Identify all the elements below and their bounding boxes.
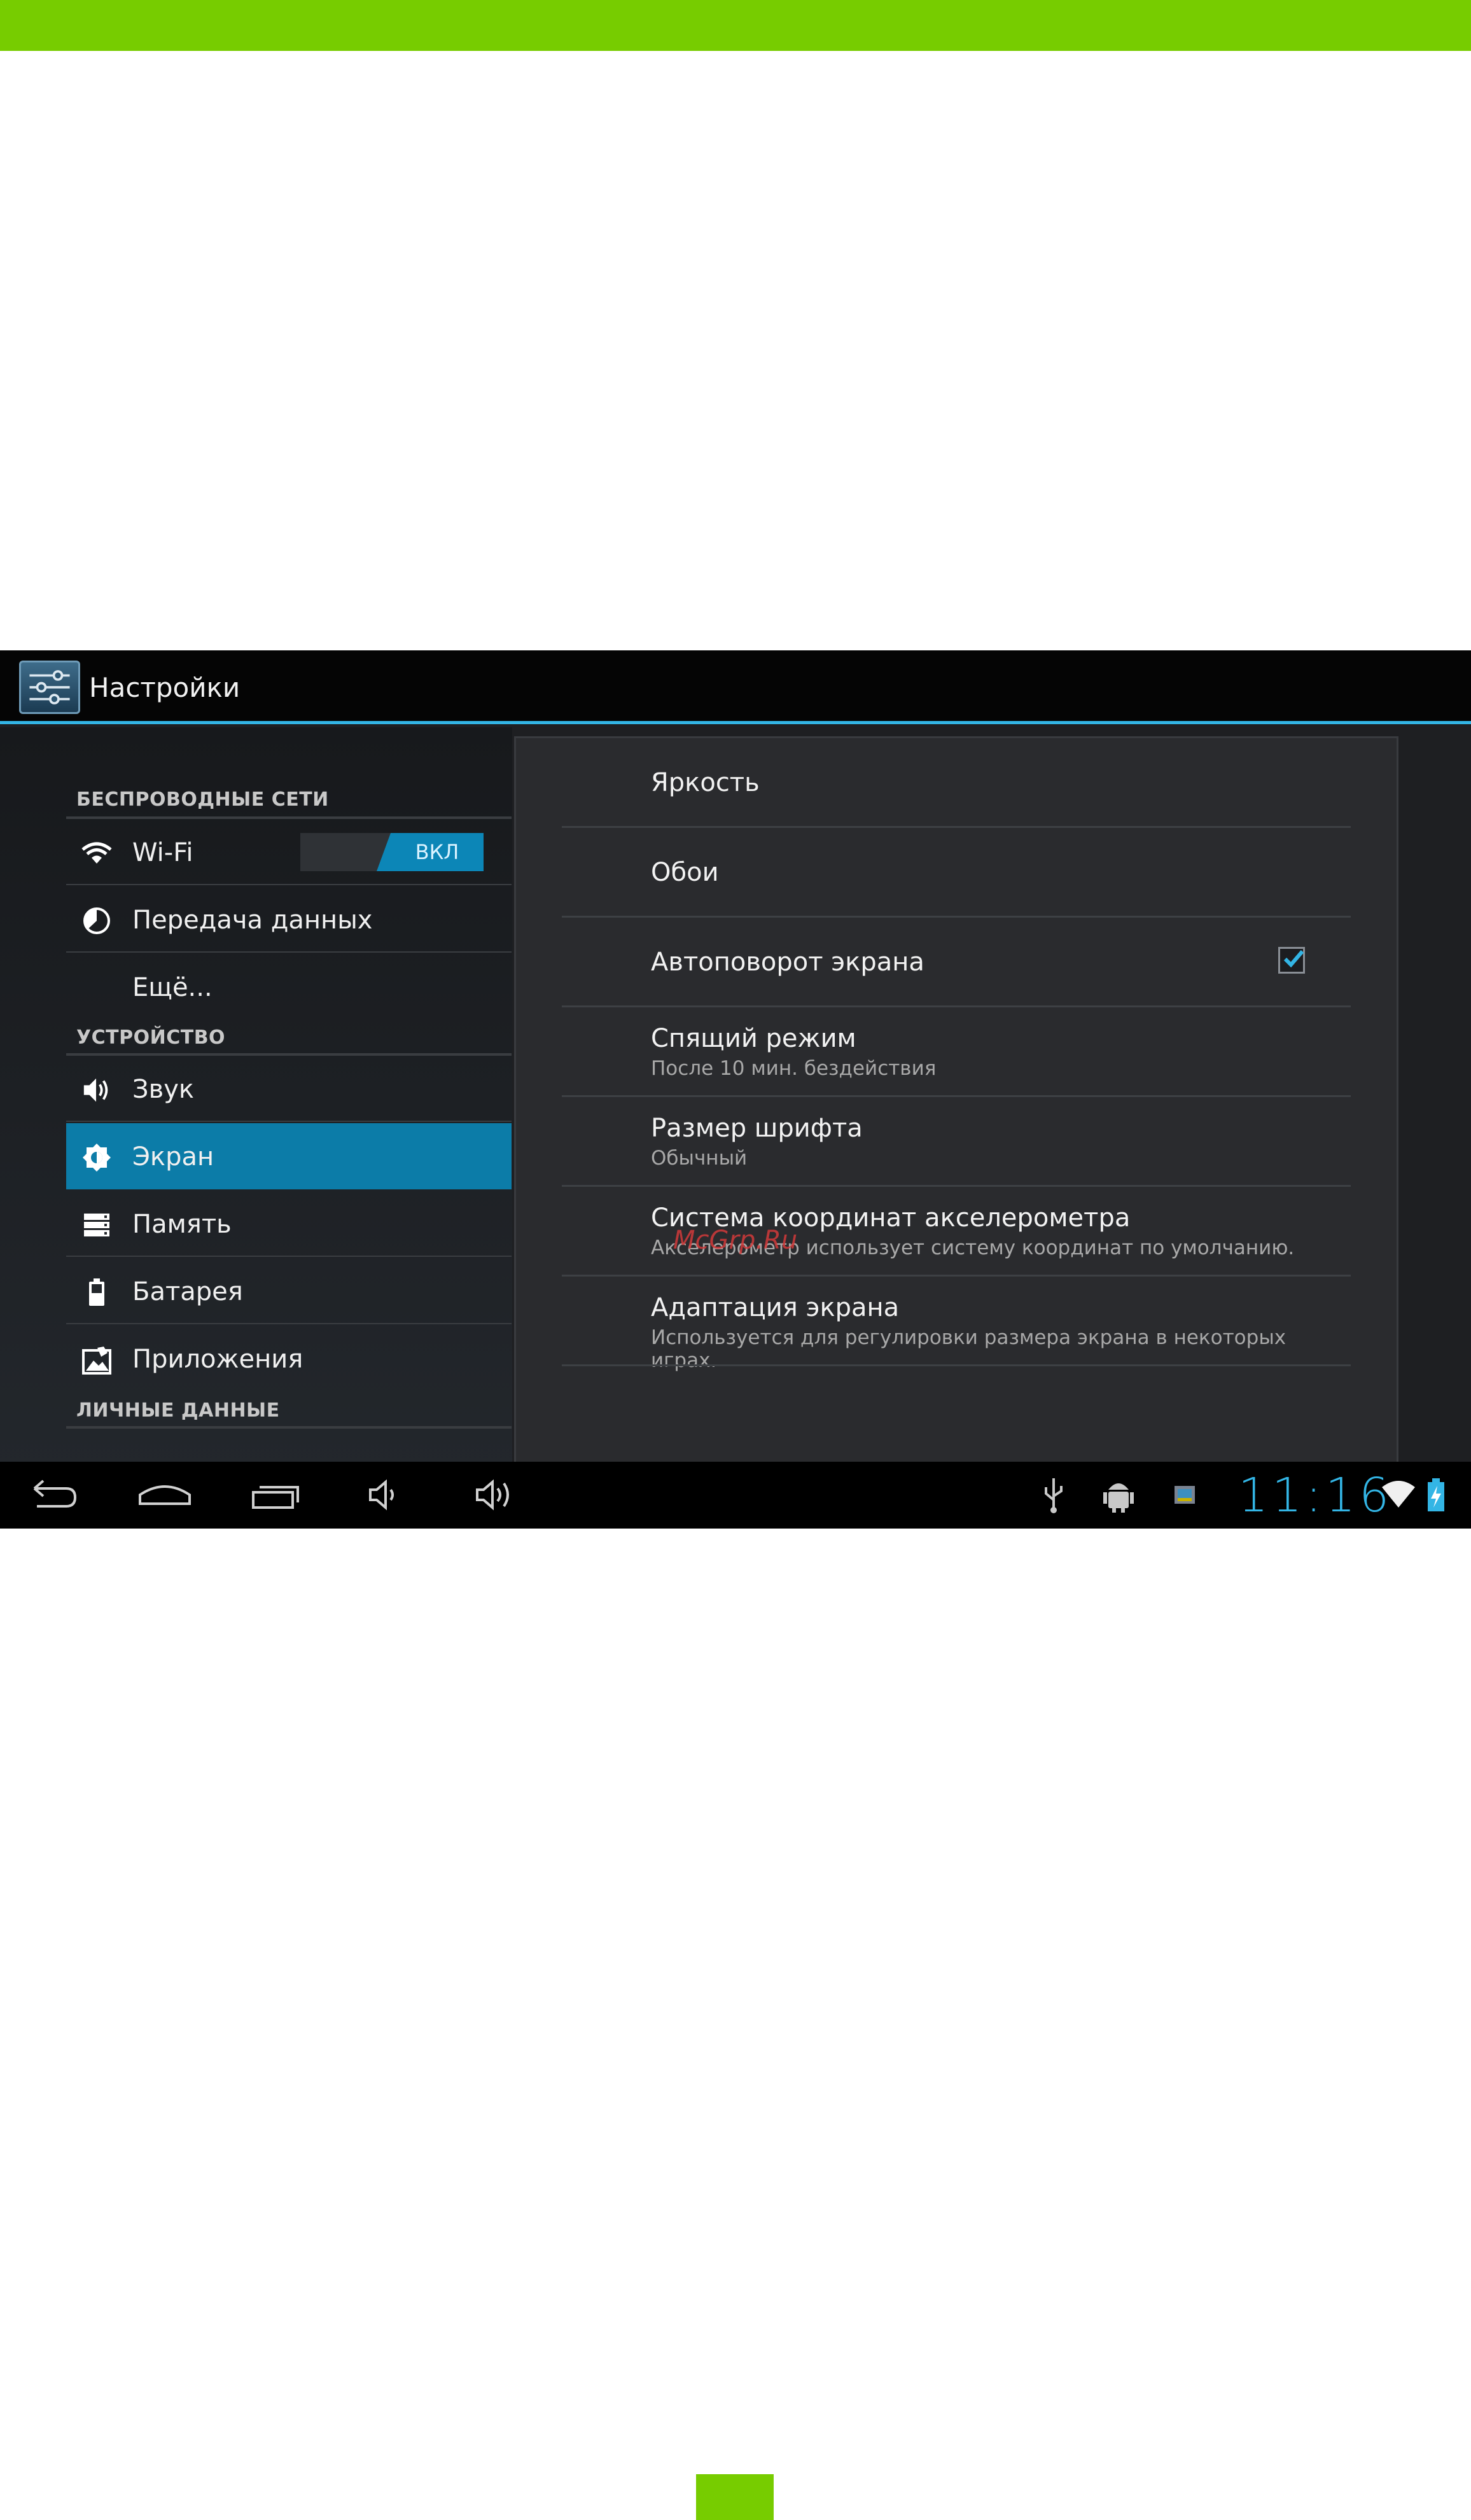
setting-title: Обои [651,858,719,887]
volume-down-button[interactable] [366,1474,405,1515]
sidebar-item-apps[interactable]: Приложения [66,1326,512,1392]
category-divider [66,1426,512,1429]
category-header-device: УСТРОЙСТВО [76,1026,226,1049]
wifi-signal-icon [1382,1481,1415,1508]
recent-apps-button[interactable] [249,1474,303,1515]
setting-title: Размер шрифта [651,1114,863,1143]
screenshot-icon [1175,1486,1195,1504]
page-top-band [0,0,1471,51]
setting-summary: Обычный [651,1147,748,1170]
sidebar-item-display[interactable]: Экран [66,1123,512,1189]
setting-wallpaper[interactable]: Обои [562,828,1351,918]
page-bottom-tab [696,2474,774,2520]
status-clock: 11:16 [1238,1468,1393,1523]
sidebar-item-label: Батарея [132,1277,243,1306]
item-divider [66,1256,512,1257]
check-icon [1283,950,1304,968]
brightness-icon [81,1142,112,1173]
data-usage-icon [81,906,112,936]
action-bar: Настройки [0,650,1471,724]
storage-icon [81,1210,112,1240]
battery-icon [81,1277,112,1308]
volume-up-button[interactable] [473,1474,518,1515]
tablet-screenshot: Настройки БЕСПРОВОДНЫЕ СЕТИ Wi-Fi ВКЛ Пе… [0,650,1471,1529]
android-debug-icon [1103,1483,1134,1513]
wifi-toggle-switch[interactable]: ВКЛ [300,833,484,871]
watermark-text: McGrp.Ru [673,1226,798,1255]
home-button[interactable] [136,1474,193,1515]
sidebar-item-label: Звук [132,1075,195,1104]
sidebar-item-label: Приложения [132,1345,303,1374]
setting-title: Яркость [651,768,760,797]
setting-title: Автоповорот экрана [651,948,924,977]
document-page: Настройки БЕСПРОВОДНЫЕ СЕТИ Wi-Fi ВКЛ Пе… [0,0,1471,2520]
setting-auto-rotate[interactable]: Автоповорот экрана [562,918,1351,1007]
wifi-icon [81,838,112,869]
setting-screen-adaptation[interactable]: Адаптация экрана Используется для регули… [562,1277,1351,1372]
back-button[interactable] [29,1474,80,1515]
sidebar-item-label: Wi-Fi [132,838,193,867]
settings-category-list: БЕСПРОВОДНЫЕ СЕТИ Wi-Fi ВКЛ Передача дан… [0,727,512,1474]
sidebar-item-label: Экран [132,1142,214,1172]
sidebar-item-label: Ещё... [132,973,213,1002]
settings-sliders-icon[interactable] [19,661,80,714]
sidebar-item-data-usage[interactable]: Передача данных [66,886,512,953]
setting-font-size[interactable]: Размер шрифта Обычный [562,1097,1351,1187]
category-header-wireless: БЕСПРОВОДНЫЕ СЕТИ [76,788,329,811]
sidebar-item-battery[interactable]: Батарея [66,1258,512,1324]
item-divider [562,1364,1351,1366]
item-divider [66,1323,512,1324]
display-settings-panel: Яркость Обои Автоповорот экрана Спящий р… [514,736,1398,1473]
sidebar-item-label: Передача данных [132,906,373,935]
setting-sleep[interactable]: Спящий режим После 10 мин. бездействия [562,1007,1351,1097]
item-divider [66,951,512,953]
setting-title: Адаптация экрана [651,1293,900,1322]
sidebar-item-sound[interactable]: Звук [66,1056,512,1122]
setting-brightness[interactable]: Яркость [562,738,1351,828]
toggle-on-label: ВКЛ [415,840,459,864]
sidebar-item-storage[interactable]: Память [66,1191,512,1257]
category-header-personal: ЛИЧНЫЕ ДАННЫЕ [76,1399,280,1422]
setting-summary: После 10 мин. бездействия [651,1057,937,1080]
battery-charging-icon [1428,1478,1444,1511]
sidebar-item-label: Память [132,1210,232,1239]
item-divider [66,884,512,885]
app-title: Настройки [89,672,241,703]
auto-rotate-checkbox[interactable] [1278,947,1305,974]
system-navigation-bar: 11:16 [0,1462,1471,1529]
sidebar-item-more[interactable]: Ещё... [66,954,512,1020]
usb-icon [1045,1478,1063,1513]
item-divider [66,1121,512,1122]
apps-icon [81,1345,112,1375]
speaker-icon [81,1075,112,1105]
setting-title: Спящий режим [651,1024,856,1053]
sidebar-item-wifi[interactable]: Wi-Fi ВКЛ [66,819,512,885]
